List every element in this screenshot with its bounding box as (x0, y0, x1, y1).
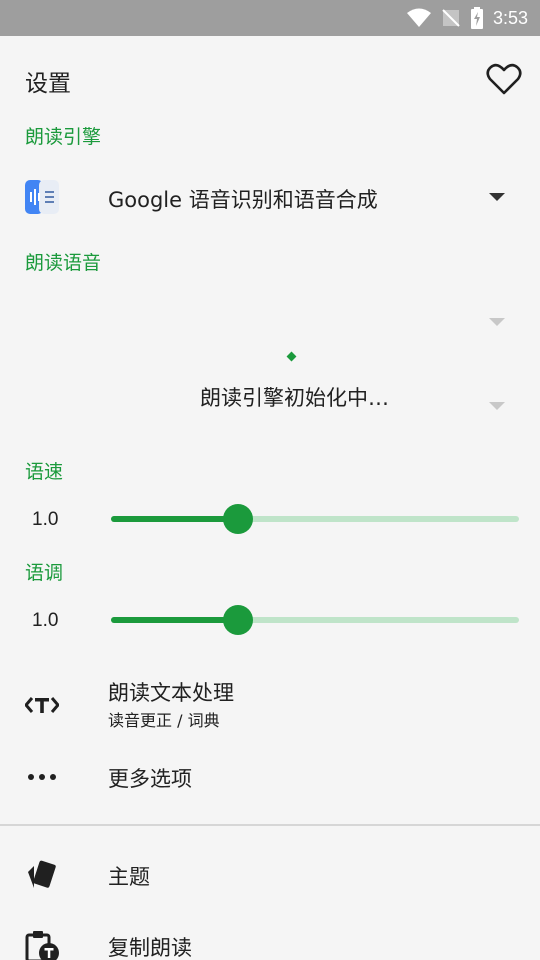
voice-dropdown-caret-icon[interactable] (489, 402, 505, 410)
more-horiz-icon (28, 774, 56, 780)
more-options-item[interactable]: 更多选项 (108, 763, 192, 793)
status-time: 3:53 (492, 7, 528, 28)
wifi-icon (406, 8, 431, 27)
tts-engine-icon (25, 180, 59, 214)
text-processing-subtitle: 读音更正 / 词典 (108, 711, 220, 730)
voice-loading-text: 朗读引擎初始化中… (200, 386, 389, 410)
pitch-value: 1.0 (32, 610, 59, 631)
loading-spinner-icon (286, 351, 297, 362)
theme-item[interactable]: 主题 (108, 861, 150, 891)
pitch-slider[interactable] (111, 605, 519, 635)
speed-value: 1.0 (32, 509, 59, 530)
voice-language-dropdown-caret-icon[interactable] (489, 318, 505, 326)
page-title: 设置 (25, 71, 71, 97)
no-signal-icon (442, 9, 460, 27)
engine-dropdown-caret-icon[interactable] (489, 193, 505, 201)
battery-charging-icon (470, 7, 483, 29)
status-bar: 3:53 (0, 0, 540, 36)
engine-dropdown[interactable]: Google 语音识别和语音合成 (108, 184, 378, 214)
copy-read-item[interactable]: 复制朗读 (108, 932, 192, 960)
heart-icon[interactable] (486, 62, 522, 96)
clipboard-read-icon (25, 931, 59, 960)
divider (0, 824, 540, 826)
pitch-section-label: 语调 (25, 562, 64, 584)
text-processing-item[interactable]: 朗读文本处理 (108, 677, 234, 707)
speed-slider[interactable] (111, 504, 519, 534)
speed-slider-fill (111, 516, 238, 522)
voice-section-label: 朗读语音 (25, 252, 102, 274)
text-processing-icon (25, 697, 59, 713)
theme-cards-icon (28, 860, 56, 888)
speed-slider-thumb[interactable] (222, 504, 253, 534)
pitch-slider-fill (111, 617, 238, 623)
status-icons: 3:53 (406, 0, 528, 36)
speed-section-label: 语速 (25, 461, 64, 483)
engine-section-label: 朗读引擎 (25, 126, 102, 148)
pitch-slider-thumb[interactable] (222, 605, 253, 635)
